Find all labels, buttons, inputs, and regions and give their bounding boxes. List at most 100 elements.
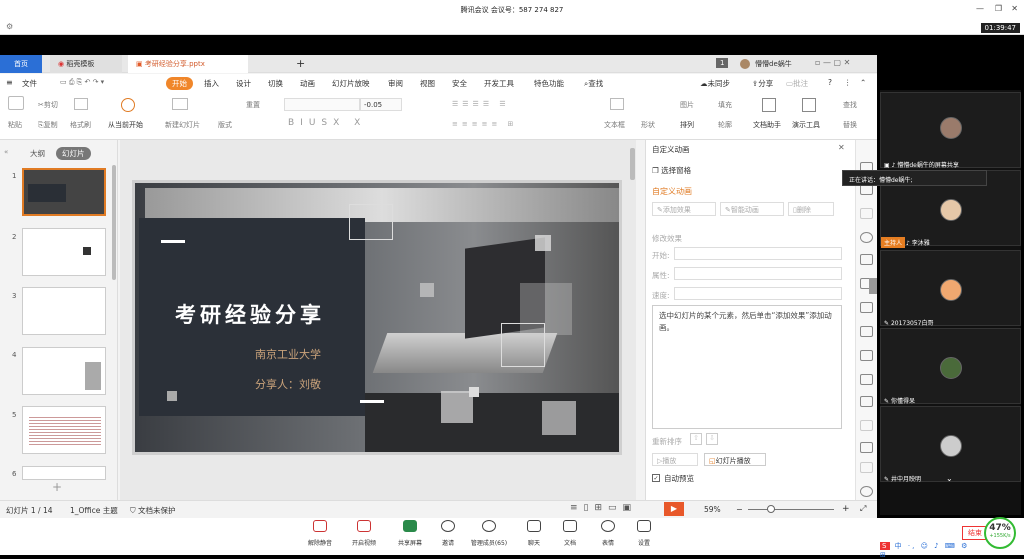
- minimize-icon[interactable]: —: [976, 4, 984, 13]
- text-format-icons[interactable]: BIUSX X: [288, 118, 366, 128]
- format-painter-label[interactable]: 格式刷: [70, 120, 91, 130]
- layout-label[interactable]: 版式: [218, 120, 232, 130]
- location-icon[interactable]: [860, 232, 873, 243]
- textbox-label[interactable]: 文本框: [604, 120, 625, 130]
- menu-design[interactable]: 设计: [236, 78, 251, 89]
- participant-tile[interactable]: [880, 92, 1021, 168]
- comment-button[interactable]: ▭批注: [786, 78, 808, 89]
- slide-thumbnail-4[interactable]: [22, 347, 106, 395]
- align-icons[interactable]: ≡≡≡≡≡ ⊞: [452, 120, 517, 128]
- menu-features[interactable]: 特色功能: [534, 78, 564, 89]
- share-screen-button[interactable]: 共享屏幕: [390, 520, 430, 547]
- unmute-button[interactable]: 解除静音: [300, 520, 340, 547]
- protect-status[interactable]: ⛉ 文档未保护: [130, 505, 176, 516]
- slide-thumbnail-2[interactable]: [22, 228, 106, 276]
- restore-icon[interactable]: ❐: [995, 4, 1002, 13]
- hamburger-icon[interactable]: ≡: [6, 78, 13, 87]
- delete-anim-button[interactable]: ▯删除: [788, 202, 834, 216]
- bar-chart-icon[interactable]: [860, 302, 873, 313]
- format-painter-icon[interactable]: [74, 98, 88, 110]
- magic-wand-icon[interactable]: [860, 208, 873, 219]
- fit-window-icon[interactable]: ⤢: [860, 504, 866, 514]
- share-button[interactable]: ⇪分享: [752, 78, 773, 89]
- ruler-icon[interactable]: [860, 442, 873, 453]
- select-pane-button[interactable]: ❐ 选择窗格: [652, 165, 691, 176]
- slide-thumbnail-3[interactable]: [22, 287, 106, 335]
- slide-thumbnail-6[interactable]: [22, 466, 106, 480]
- paste-icon[interactable]: [8, 96, 24, 110]
- tab-slides[interactable]: 幻灯片: [56, 147, 91, 160]
- zoom-out-icon[interactable]: −: [736, 505, 743, 514]
- speed-select[interactable]: [674, 287, 842, 300]
- move-down-icon[interactable]: ⇩: [706, 433, 718, 445]
- settings-button[interactable]: 设置: [624, 520, 664, 547]
- manage-members-button[interactable]: 管理成员(65): [468, 520, 510, 547]
- collapse-ribbon-icon[interactable]: ⌃: [860, 78, 866, 87]
- add-effect-button[interactable]: ✎添加效果: [652, 202, 716, 216]
- more-tools-icon[interactable]: [860, 486, 873, 497]
- doc-helper-icon[interactable]: [762, 98, 776, 112]
- close-pane-icon[interactable]: ✕: [838, 143, 845, 152]
- font-name-select[interactable]: [284, 98, 360, 111]
- play-icon[interactable]: [121, 98, 135, 112]
- emoji-button[interactable]: 表情: [588, 520, 628, 547]
- settings-icon[interactable]: ⚙: [6, 22, 13, 31]
- smart-art-icon[interactable]: [860, 326, 873, 337]
- view-mode-icons[interactable]: ≡▯⊞▭▣: [570, 503, 637, 513]
- documents-button[interactable]: 文档: [550, 520, 590, 547]
- autopreview-checkbox[interactable]: ✓: [652, 474, 660, 482]
- participant-tile[interactable]: [880, 250, 1021, 326]
- present-tool-icon[interactable]: [802, 98, 816, 112]
- reset-button[interactable]: 重置: [246, 100, 260, 110]
- new-slide-icon[interactable]: [172, 98, 188, 110]
- replace-label[interactable]: 替换: [843, 120, 857, 130]
- zoom-slider-thumb[interactable]: [767, 505, 775, 513]
- collapse-pane-icon[interactable]: «: [4, 148, 8, 156]
- start-video-button[interactable]: 开启视频: [344, 520, 384, 547]
- chevron-down-icon[interactable]: ⌄: [946, 474, 953, 483]
- menu-review[interactable]: 审阅: [388, 78, 403, 89]
- slide-thumbnail-5[interactable]: [22, 406, 106, 454]
- add-slide-icon[interactable]: +: [52, 480, 62, 494]
- slide-thumbnail-1[interactable]: [22, 168, 106, 216]
- zoom-slider[interactable]: [748, 509, 834, 510]
- font-size-input[interactable]: -0.05: [360, 98, 402, 111]
- animation-list[interactable]: 选中幻灯片的某个元素，然后单击“添加效果”添加动画。: [652, 305, 842, 429]
- quick-access-icons[interactable]: ▭ ⎙ ⎘ ↶ ↷ ▾: [60, 78, 104, 87]
- tab-pptx[interactable]: ▣ 考研经验分享.pptx: [128, 55, 248, 73]
- menu-transition[interactable]: 切换: [268, 78, 283, 89]
- more-icon[interactable]: ⋮: [844, 78, 852, 87]
- menu-view[interactable]: 视图: [420, 78, 435, 89]
- shape-label[interactable]: 形状: [641, 120, 655, 130]
- chart-icon[interactable]: [860, 462, 873, 473]
- close-icon[interactable]: ✕: [1011, 4, 1018, 13]
- participant-tile[interactable]: [880, 406, 1021, 482]
- thumbnail-scrollbar[interactable]: [112, 165, 116, 280]
- present-tool-label[interactable]: 演示工具: [792, 120, 820, 130]
- invite-button[interactable]: 邀请: [428, 520, 468, 547]
- menu-insert[interactable]: 插入: [204, 78, 219, 89]
- cut-button[interactable]: ✂剪切: [38, 100, 58, 110]
- paste-label[interactable]: 粘贴: [8, 120, 22, 130]
- menu-file[interactable]: 文件: [22, 78, 37, 89]
- new-tab-button[interactable]: +: [288, 55, 313, 73]
- network-indicator[interactable]: 47% +155K/s: [984, 517, 1016, 549]
- doc-helper-label[interactable]: 文档助手: [753, 120, 781, 130]
- textbox-icon[interactable]: [610, 98, 624, 110]
- new-slide-label[interactable]: 新建幻灯片: [165, 120, 200, 130]
- menu-search[interactable]: ⌕查找: [584, 78, 603, 89]
- participant-tile[interactable]: [880, 328, 1021, 404]
- anim-pane-header[interactable]: 自定义动画: [652, 144, 690, 155]
- menu-animation[interactable]: 动画: [300, 78, 315, 89]
- window-controls[interactable]: ▫ — ▢ ✕: [815, 58, 850, 67]
- tab-template[interactable]: ◉ 稻壳模板: [50, 55, 122, 73]
- copy-button[interactable]: ⎘复制: [38, 120, 58, 130]
- picture-label[interactable]: 图片: [680, 100, 694, 110]
- move-up-icon[interactable]: ⇧: [690, 433, 702, 445]
- arrange-label[interactable]: 排列: [680, 120, 694, 130]
- export-icon[interactable]: [860, 374, 873, 385]
- copy-icon[interactable]: [860, 350, 873, 361]
- tab-home[interactable]: 首页: [0, 55, 42, 73]
- expand-panel-handle[interactable]: [869, 278, 877, 294]
- outline-label[interactable]: 轮廓: [718, 120, 732, 130]
